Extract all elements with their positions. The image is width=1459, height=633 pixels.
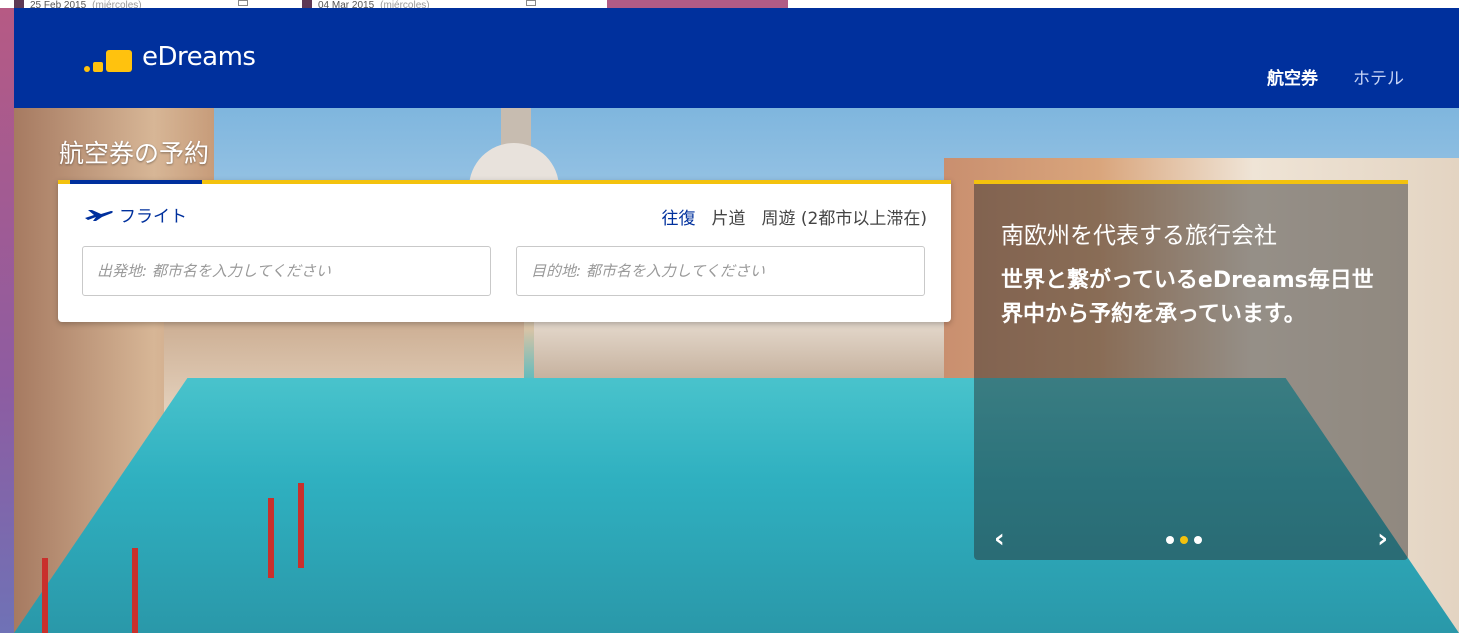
brand-logo[interactable]: eDreams xyxy=(84,40,256,74)
logo-mark-icon xyxy=(84,40,136,74)
previous-ui-strip: 25 Feb 2015 (miércoles) 04 Mar 2015 (mié… xyxy=(0,0,1459,8)
promo-text: 世界と繋がっているeDreams毎日世界中から予約を承っています。 xyxy=(1001,268,1374,327)
active-tab-indicator xyxy=(70,180,202,184)
background-edge xyxy=(0,8,14,633)
departure-date-text: 25 Feb 2015 xyxy=(30,0,87,8)
hero-image-pole xyxy=(268,498,274,578)
trip-type-oneway[interactable]: 片道 xyxy=(712,204,746,229)
tab-flights-label: フライト xyxy=(119,207,187,227)
calendar-icon[interactable] xyxy=(525,0,536,6)
carousel-next-button[interactable]: › xyxy=(1377,524,1388,554)
promo-carousel: 南欧州を代表する旅行会社 世界と繋がっているeDreams毎日世界中から予約を承… xyxy=(974,180,1408,560)
date-color-marker xyxy=(14,0,24,8)
site-header: eDreams 航空券 ホテル xyxy=(14,8,1459,108)
background-block xyxy=(607,0,788,8)
plane-icon xyxy=(85,209,113,221)
destination-input[interactable] xyxy=(516,246,925,296)
carousel-dot-active[interactable] xyxy=(1180,536,1188,544)
carousel-dot[interactable] xyxy=(1166,536,1174,544)
return-day-text: (miércoles) xyxy=(380,0,430,8)
trip-type-multicity[interactable]: 周遊 (2都市以上滞在) xyxy=(762,204,927,229)
calendar-icon[interactable] xyxy=(237,0,248,6)
tab-flights[interactable]: フライト xyxy=(84,202,187,227)
flight-search-card: フライト 往復 片道 周遊 (2都市以上滞在) xyxy=(58,180,951,322)
page-title: 航空券の予約 xyxy=(59,139,210,168)
hero-banner: 航空券の予約 フライト 往復 片道 周遊 (2都市以上滞在) 南欧州を代表する旅… xyxy=(14,108,1459,633)
origin-input[interactable] xyxy=(82,246,491,296)
carousel-prev-button[interactable]: ‹ xyxy=(994,524,1005,554)
hero-image-pole xyxy=(132,548,138,633)
promo-headline: 南欧州を代表する旅行会社 xyxy=(1001,223,1277,249)
brand-name: eDreams xyxy=(142,42,256,72)
main-nav: 航空券 ホテル xyxy=(1267,64,1404,89)
hero-image-pole xyxy=(42,558,48,633)
departure-date-field[interactable]: 25 Feb 2015 (miércoles) xyxy=(14,0,248,8)
nav-flights[interactable]: 航空券 xyxy=(1267,64,1318,89)
departure-day-text: (miércoles) xyxy=(92,0,142,8)
hero-image-pole xyxy=(298,483,304,568)
trip-type-selector: 往復 片道 周遊 (2都市以上滞在) xyxy=(662,204,927,229)
return-date-text: 04 Mar 2015 xyxy=(318,0,375,8)
carousel-dot[interactable] xyxy=(1194,536,1202,544)
date-color-marker xyxy=(302,0,312,8)
trip-type-roundtrip[interactable]: 往復 xyxy=(662,204,696,229)
nav-hotels[interactable]: ホテル xyxy=(1353,64,1404,89)
return-date-field[interactable]: 04 Mar 2015 (miércoles) xyxy=(302,0,536,8)
carousel-indicators xyxy=(1166,536,1202,544)
